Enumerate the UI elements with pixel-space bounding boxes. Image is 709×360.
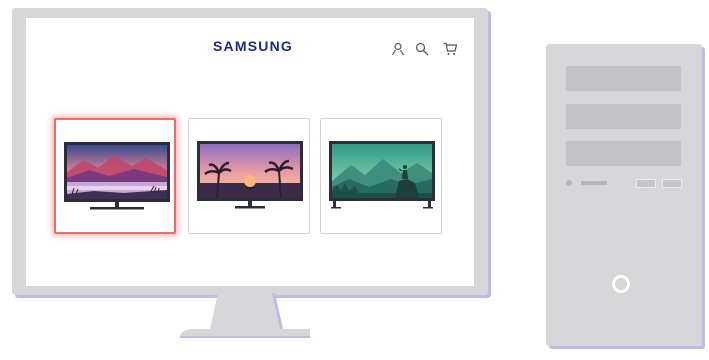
monitor: SAMSUNG (12, 8, 488, 295)
tv-mountain-hiker-image (329, 141, 435, 209)
product-card-tv-palm-beach[interactable] (188, 118, 310, 234)
product-card-tv-sunset-lake[interactable] (54, 118, 176, 234)
user-icon[interactable] (390, 41, 406, 57)
usb-port (636, 179, 656, 188)
power-led (566, 180, 572, 186)
drive-bay (566, 141, 681, 166)
search-icon[interactable] (414, 41, 430, 57)
brand-logo[interactable]: SAMSUNG (198, 38, 308, 54)
computer-tower (546, 44, 702, 346)
drive-bay (566, 104, 681, 129)
tv-palm-beach-image (197, 141, 303, 209)
power-button[interactable] (612, 275, 630, 293)
monitor-stand (180, 293, 310, 338)
tv-sunset-lake-image (64, 142, 170, 210)
drive-bay (566, 66, 681, 91)
usb-port (662, 179, 682, 188)
card-slot (581, 181, 607, 185)
monitor-screen: SAMSUNG (26, 18, 474, 286)
product-card-tv-mountain-hiker[interactable] (320, 118, 442, 234)
cart-icon[interactable] (442, 41, 458, 57)
